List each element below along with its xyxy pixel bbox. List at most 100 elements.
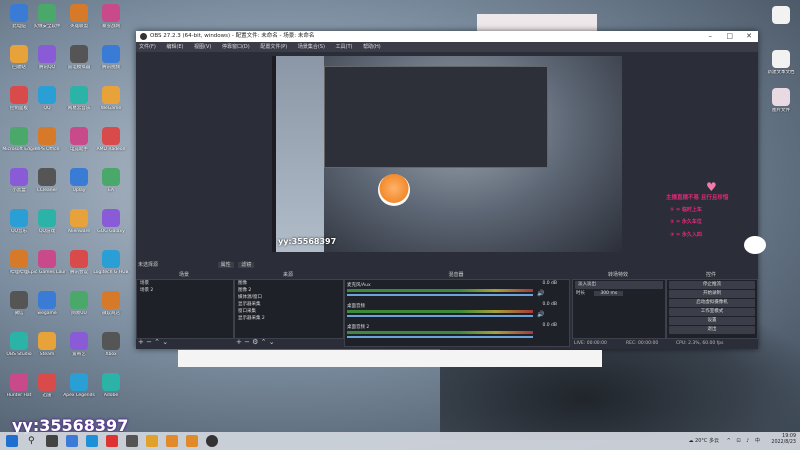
speaker-icon[interactable]: 🔊 [537, 311, 544, 318]
transitions-dock: 淡入淡出 时长 300 ms [572, 279, 666, 339]
app-icon [38, 373, 56, 391]
scene-item[interactable]: 场景 [137, 280, 233, 287]
audio-meter [347, 289, 533, 292]
transition-select[interactable]: 淡入淡出 [575, 281, 663, 289]
duration-input[interactable]: 300 ms [594, 291, 624, 296]
app-icon [102, 127, 120, 145]
weather-text[interactable]: 20°C 多云 [695, 438, 719, 444]
app-icon [102, 291, 120, 309]
audio-meter [347, 310, 533, 313]
desktop-icon[interactable]: 暴雪战网 [92, 4, 130, 29]
edge-icon[interactable] [86, 435, 98, 447]
obs-titlebar[interactable]: OBS 27.2.3 (64-bit, windows) - 配置文件: 未命名… [136, 31, 758, 42]
weather-icon[interactable]: ☁ [688, 438, 693, 444]
settings-button[interactable]: 设置 [669, 317, 755, 325]
live-status: LIVE: 00:00:00 [574, 341, 607, 346]
virtual-camera-button[interactable]: 启动虚拟摄像机 [669, 299, 755, 307]
desktop-icon[interactable]: 微软商店 [92, 291, 130, 316]
stop-streaming-button[interactable]: 停止推流 [669, 281, 755, 289]
close-icon[interactable]: ✕ [746, 31, 752, 42]
menu-scene-collection[interactable]: 场景集合(S) [298, 44, 325, 50]
volume-slider[interactable] [347, 336, 533, 338]
desktop-icon[interactable] [762, 6, 800, 24]
task-view-icon[interactable] [46, 435, 58, 447]
studio-mode-button[interactable]: 工作室模式 [669, 308, 755, 316]
filters-button[interactable]: 滤镜 [238, 262, 255, 268]
menu-view[interactable]: 视图(V) [194, 44, 211, 50]
app-icon[interactable] [106, 435, 118, 447]
source-item[interactable]: 显示器采集 2 [235, 315, 343, 322]
desktop-icon-label: 图片文件 [772, 108, 790, 113]
app-icon [70, 373, 88, 391]
app-icon [70, 4, 88, 22]
explorer-icon[interactable] [66, 435, 78, 447]
mixer-channel-level: 0.0 dB [542, 302, 557, 307]
chevron-up-icon[interactable]: ^ [727, 438, 731, 444]
menu-profile[interactable]: 配置文件(P) [260, 44, 287, 50]
source-item[interactable]: 显示器采集 [235, 301, 343, 308]
app-icon [10, 332, 28, 350]
volume-slider[interactable] [347, 294, 533, 296]
app-icon [70, 86, 88, 104]
app-icon [102, 4, 120, 22]
app-icon [70, 45, 88, 63]
speaker-icon[interactable]: 🔊 [537, 290, 544, 297]
source-item[interactable]: 图像 2 [235, 287, 343, 294]
desktop-icon[interactable]: WeGame [92, 86, 130, 111]
preview-yy-text: yy:35568397 [278, 237, 337, 246]
desktop-icon[interactable]: 图片文件 [762, 88, 800, 113]
clock[interactable]: 19:09 2022/8/23 [771, 434, 796, 446]
mixer-channel: 麦克风/Aux 0.0 dB 🔊 [347, 281, 557, 301]
app-icon[interactable] [146, 435, 158, 447]
app-icon [10, 168, 28, 186]
desktop-icon[interactable]: GOG Galaxy [92, 209, 130, 234]
app-icon[interactable] [126, 435, 138, 447]
desktop-icon-label: AMD Radeon [96, 147, 126, 152]
app-icon [38, 45, 56, 63]
menu-file[interactable]: 文件(F) [139, 44, 156, 50]
minimize-icon[interactable]: – [709, 31, 713, 42]
overlay-line: ② = 永久车位 [670, 219, 702, 225]
desktop-icon-label: GOG Galaxy [97, 229, 125, 234]
menu-help[interactable]: 帮助(H) [363, 44, 381, 50]
network-icon[interactable]: ⊡ [736, 438, 740, 444]
app-icon [70, 168, 88, 186]
desktop-icon[interactable]: 新建文本文档 [762, 50, 800, 75]
volume-icon[interactable]: ♪ [746, 438, 749, 444]
obs-statusbar: LIVE: 00:00:00 REC: 00:00:00 CPU: 2.3%, … [136, 339, 758, 349]
windows-start-icon[interactable] [6, 435, 18, 447]
app-icon[interactable] [186, 435, 198, 447]
volume-slider[interactable] [347, 315, 533, 317]
source-item[interactable]: 图像 [235, 280, 343, 287]
menu-docks[interactable]: 停靠窗口(D) [222, 44, 250, 50]
mixer-channel: 桌面音频 0.0 dB 🔊 [347, 302, 557, 322]
maximize-icon[interactable]: □ [726, 31, 733, 42]
clock-date: 2022/8/23 [771, 440, 796, 445]
menu-tools[interactable]: 工具(T) [336, 44, 353, 50]
app-icon [102, 332, 120, 350]
properties-button[interactable]: 属性 [217, 262, 234, 268]
menu-edit[interactable]: 编辑(E) [166, 44, 183, 50]
desktop-icon[interactable]: Xbox [92, 332, 130, 357]
app-icon [10, 209, 28, 227]
app-icon [38, 209, 56, 227]
start-recording-button[interactable]: 开始录制 [669, 290, 755, 298]
app-icon[interactable] [166, 435, 178, 447]
background-window[interactable] [178, 350, 602, 367]
source-item[interactable]: 窗口采集 [235, 308, 343, 315]
search-icon[interactable]: ⚲ [28, 435, 40, 447]
desktop-icon[interactable]: AMD Radeon [92, 127, 130, 152]
desktop-icon[interactable]: 腾讯视频 [92, 45, 130, 70]
scene-item[interactable]: 场景 2 [137, 287, 233, 294]
exit-button[interactable]: 退出 [669, 326, 755, 334]
desktop-icon[interactable]: Logitech G HUB [92, 250, 130, 275]
ime-icon[interactable]: 中 [755, 438, 760, 444]
desktop-icon[interactable]: Adobe [92, 373, 130, 398]
system-tray: ☁ 20°C 多云 ^ ⊡ ♪ 中 [688, 432, 760, 450]
source-item[interactable]: 媒体源/窗口 [235, 294, 343, 301]
obs-preview[interactable]: yy:35568397 [272, 56, 622, 252]
obs-taskbar-icon[interactable] [206, 435, 218, 447]
image-file-icon [772, 88, 790, 106]
desktop-icon[interactable]: EA [92, 168, 130, 193]
desktop-icon-label: 新建文本文档 [767, 70, 795, 75]
